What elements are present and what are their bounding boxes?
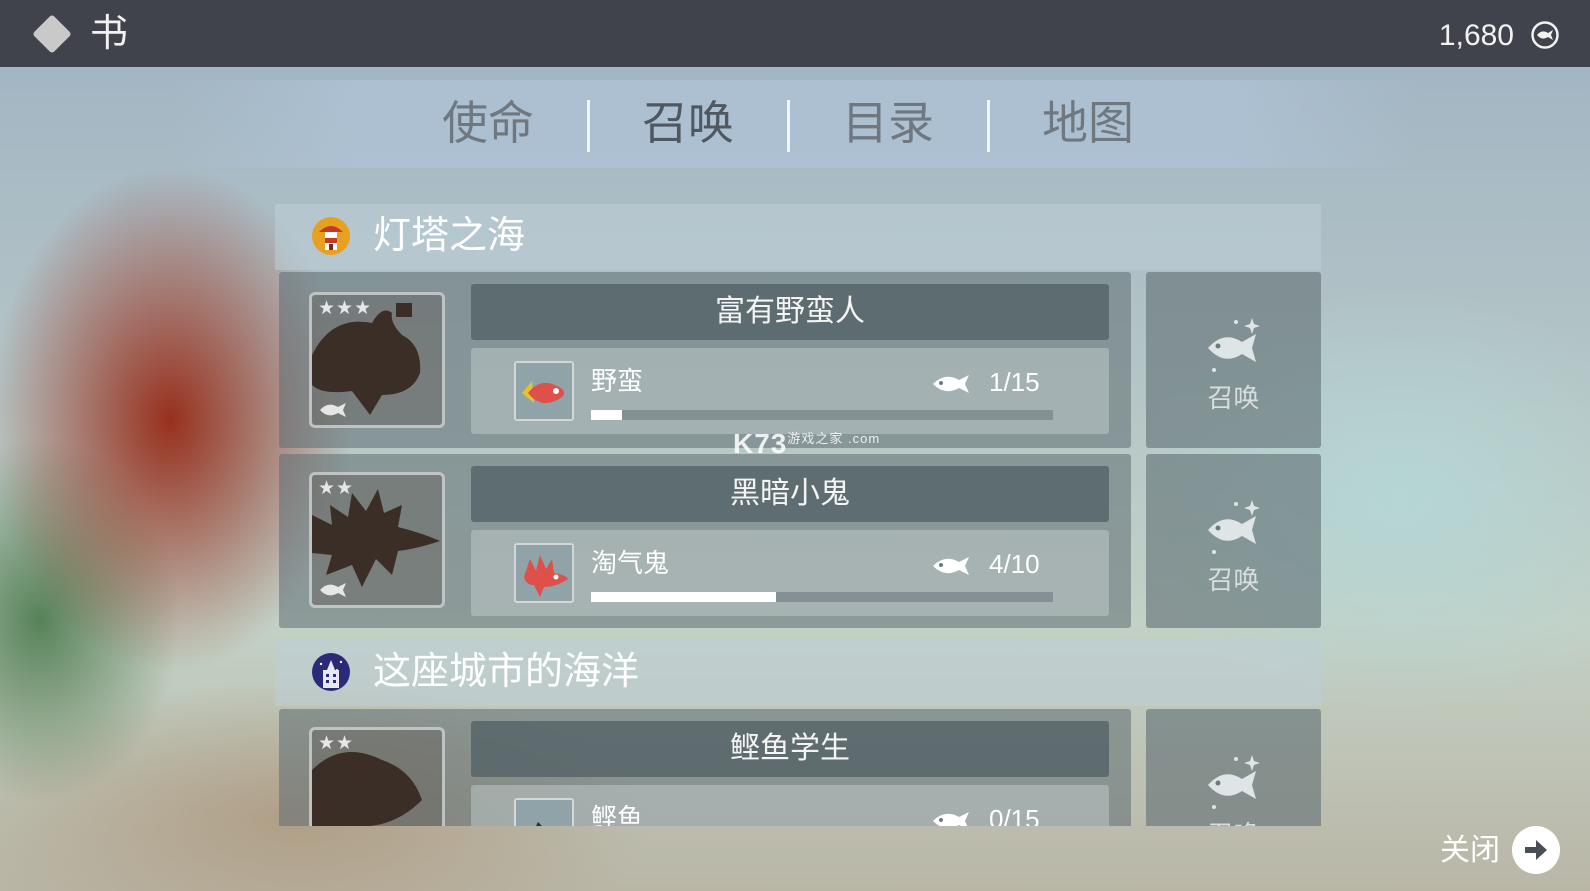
quest-name: 鲣鱼学生 bbox=[471, 721, 1109, 777]
progress-fill bbox=[591, 410, 622, 420]
fish-requirement-row: 淘气鬼 4/10 bbox=[471, 530, 1109, 616]
summon-label: 召唤 bbox=[1207, 566, 1260, 596]
summon-label: 召唤 bbox=[1207, 384, 1260, 414]
quest-portrait: ★★★ bbox=[309, 292, 445, 428]
progress-fill bbox=[591, 592, 776, 602]
fish-icon bbox=[933, 557, 969, 575]
watermark-main: K73 bbox=[733, 428, 788, 459]
fish-thumbnail bbox=[514, 798, 574, 826]
summon-button[interactable]: 召唤 bbox=[1146, 272, 1321, 448]
fish-small-icon bbox=[320, 403, 346, 417]
watermark: K73游戏之家 .com bbox=[733, 428, 880, 460]
fish-name: 鲣鱼 bbox=[591, 804, 644, 826]
summon-fish-icon bbox=[1207, 755, 1260, 809]
close-button[interactable] bbox=[1512, 826, 1560, 874]
fish-name: 野蛮 bbox=[591, 367, 644, 397]
fish-requirement-row: 鲣鱼 0/15 bbox=[471, 785, 1109, 826]
fish-count: 4/10 bbox=[989, 549, 1040, 579]
quest-name: 黑暗小鬼 bbox=[471, 466, 1109, 522]
quest-stars: ★★ bbox=[318, 732, 355, 754]
section-title: 这座城市的海洋 bbox=[373, 649, 640, 693]
summon-label: 召唤 bbox=[1146, 819, 1321, 826]
quest-card[interactable]: ★★ 鲣鱼学生 鲣鱼 0/15 bbox=[279, 709, 1131, 826]
quest-card[interactable]: ★★ 黑暗小鬼 淘气鬼 4/10 bbox=[279, 454, 1131, 628]
summon-list[interactable]: 灯塔之海 ★★★ 富有野蛮人 野蛮 1/15 召唤 ★★ 黑暗小鬼 淘气鬼 4/… bbox=[0, 0, 1590, 826]
quest-stars: ★★★ bbox=[318, 297, 373, 319]
quest-portrait: ★★ bbox=[309, 472, 445, 608]
close-label[interactable]: 关闭 bbox=[1440, 831, 1500, 871]
city-icon bbox=[312, 653, 350, 691]
fish-icon bbox=[933, 812, 969, 826]
summon-fish-icon bbox=[1207, 500, 1260, 554]
fish-count: 0/15 bbox=[989, 804, 1040, 826]
fish-thumbnail bbox=[514, 543, 574, 603]
section-title: 灯塔之海 bbox=[373, 213, 526, 257]
summon-button[interactable]: 召唤 bbox=[1146, 454, 1321, 628]
fish-thumbnail bbox=[514, 361, 574, 421]
arrow-right-icon bbox=[1525, 840, 1547, 860]
quest-stars: ★★ bbox=[318, 477, 355, 499]
quest-card[interactable]: ★★★ 富有野蛮人 野蛮 1/15 bbox=[279, 272, 1131, 448]
fish-icon bbox=[933, 375, 969, 393]
spiky-fish-icon bbox=[516, 545, 572, 601]
bonito-fish-icon bbox=[516, 800, 572, 826]
watermark-sub: 游戏之家 .com bbox=[787, 431, 881, 446]
summon-button[interactable]: 召唤 bbox=[1146, 709, 1321, 826]
section-header: 灯塔之海 bbox=[275, 204, 1321, 270]
fish-requirement-row: 野蛮 1/15 bbox=[471, 348, 1109, 434]
section-header: 这座城市的海洋 bbox=[275, 640, 1321, 706]
fish-small-icon bbox=[320, 583, 346, 597]
quest-portrait: ★★ bbox=[309, 727, 445, 826]
quest-name: 富有野蛮人 bbox=[471, 284, 1109, 340]
summon-fish-icon bbox=[1207, 318, 1260, 372]
progress-bar bbox=[591, 592, 1053, 602]
red-fish-icon bbox=[516, 363, 572, 419]
fish-name: 淘气鬼 bbox=[591, 549, 670, 579]
progress-bar bbox=[591, 410, 1053, 420]
fish-count: 1/15 bbox=[989, 367, 1040, 397]
lighthouse-icon bbox=[312, 217, 350, 255]
